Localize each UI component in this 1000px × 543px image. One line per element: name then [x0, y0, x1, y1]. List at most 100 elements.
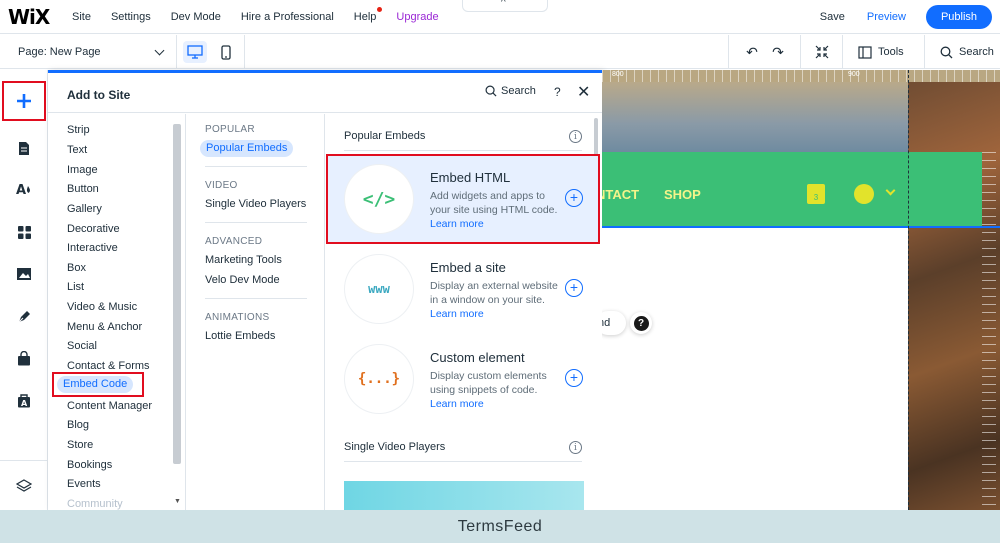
- layers-button[interactable]: [12, 474, 36, 498]
- editor-search-button[interactable]: Search: [940, 35, 994, 69]
- publish-button[interactable]: Publish: [926, 5, 992, 29]
- store-button[interactable]: [12, 346, 36, 370]
- blog-button[interactable]: [12, 304, 36, 328]
- category-blog[interactable]: Blog: [67, 419, 89, 431]
- category-gallery[interactable]: Gallery: [67, 203, 102, 215]
- category-decorative[interactable]: Decorative: [67, 223, 120, 235]
- add-plus-icon[interactable]: +: [565, 369, 583, 387]
- site-nav-shop[interactable]: SHOP: [664, 187, 701, 202]
- nav-site[interactable]: Site: [62, 11, 101, 23]
- category-strip[interactable]: Strip: [67, 124, 90, 136]
- divider: [244, 35, 245, 69]
- save-button[interactable]: Save: [820, 11, 845, 23]
- category-contact-forms[interactable]: Contact & Forms: [67, 360, 150, 372]
- category-box[interactable]: Box: [67, 262, 86, 274]
- category-scrollbar[interactable]: [173, 124, 181, 464]
- desktop-view-button[interactable]: [183, 41, 207, 63]
- category-bookings[interactable]: Bookings: [67, 459, 112, 471]
- layers-icon: [16, 478, 32, 492]
- add-elements-button[interactable]: [11, 85, 37, 117]
- custom-element-card[interactable]: {...} Custom element Display custom elem…: [326, 334, 600, 424]
- subcategory-lottie-embeds[interactable]: Lottie Embeds: [205, 330, 275, 342]
- subcategory-marketing-tools[interactable]: Marketing Tools: [205, 254, 282, 266]
- divider: [176, 35, 177, 69]
- card-title: Custom element: [430, 350, 525, 365]
- category-social[interactable]: Social: [67, 340, 97, 352]
- info-icon[interactable]: i: [569, 441, 582, 454]
- scroll-down-arrow-icon[interactable]: ▼: [174, 498, 181, 505]
- card-description-text: Display an external website in a window …: [430, 280, 558, 306]
- subcategory-popular-embeds[interactable]: Popular Embeds: [200, 140, 294, 157]
- help-icon[interactable]: ?: [554, 85, 561, 99]
- category-events[interactable]: Events: [67, 478, 101, 490]
- category-store[interactable]: Store: [67, 439, 93, 451]
- close-icon[interactable]: ✕: [577, 82, 590, 102]
- learn-more-link[interactable]: Learn more: [430, 398, 484, 410]
- page-selector-label: Page: New Page: [18, 46, 101, 58]
- category-menu-anchor[interactable]: Menu & Anchor: [67, 321, 142, 333]
- nav-settings[interactable]: Settings: [101, 11, 161, 23]
- card-description: Display custom elements using snippets o…: [430, 369, 558, 411]
- editor-subbar: Page: New Page ↶ ↷ Tools Search: [0, 35, 1000, 69]
- subcategory-single-video-players[interactable]: Single Video Players: [205, 198, 306, 210]
- canvas-help-button[interactable]: ?: [630, 312, 652, 334]
- tools-button[interactable]: Tools: [858, 35, 904, 69]
- collapse-topbar-tab[interactable]: ^: [462, 0, 548, 12]
- category-button[interactable]: Button: [67, 183, 99, 195]
- canvas-toolbar-pill[interactable]: nd: [602, 311, 626, 335]
- site-nav-contact[interactable]: NTACT: [602, 187, 639, 202]
- category-image[interactable]: Image: [67, 164, 98, 176]
- wix-logo[interactable]: WiX: [8, 5, 50, 29]
- info-icon[interactable]: i: [569, 130, 582, 143]
- section-boundary-line: [602, 226, 1000, 228]
- design-button[interactable]: A: [12, 176, 36, 200]
- editor-canvas[interactable]: 800 900 NTACT SHOP 3 nd ?: [602, 70, 1000, 510]
- right-ruler[interactable]: [982, 152, 996, 510]
- image-icon: [17, 268, 31, 280]
- panel-title: Add to Site: [67, 88, 131, 102]
- category-embed-code[interactable]: Embed Code: [57, 376, 134, 393]
- pen-icon: [18, 310, 30, 322]
- embed-site-card[interactable]: www Embed a site Display an external web…: [326, 244, 600, 334]
- top-ruler[interactable]: 800 900: [602, 70, 1000, 82]
- business-button[interactable]: A: [12, 388, 36, 412]
- pages-button[interactable]: [12, 136, 36, 160]
- category-video-music[interactable]: Video & Music: [67, 301, 137, 313]
- category-text[interactable]: Text: [67, 144, 87, 156]
- nav-hire-professional[interactable]: Hire a Professional: [231, 11, 344, 23]
- card-description-text: Display custom elements using snippets o…: [430, 370, 547, 396]
- briefcase-icon: A: [18, 393, 30, 408]
- cart-count: 3: [813, 193, 819, 202]
- nav-upgrade[interactable]: Upgrade: [386, 11, 448, 23]
- page-selector[interactable]: Page: New Page: [18, 35, 165, 69]
- braces-icon: {...}: [345, 345, 413, 413]
- category-content-manager[interactable]: Content Manager: [67, 400, 152, 412]
- subcategory-velo-dev-mode[interactable]: Velo Dev Mode: [205, 274, 280, 286]
- category-list[interactable]: List: [67, 281, 84, 293]
- top-nav: Site Settings Dev Mode Hire a Profession…: [62, 0, 449, 34]
- undo-icon[interactable]: ↶: [743, 43, 761, 61]
- ruler-mark-800: 800: [612, 71, 624, 78]
- user-avatar-icon[interactable]: [854, 184, 874, 204]
- cart-bag-icon[interactable]: 3: [807, 184, 825, 204]
- nav-help[interactable]: Help: [344, 7, 387, 23]
- ruler-mark-900: 900: [848, 71, 860, 78]
- video-player-thumbnail[interactable]: [344, 481, 584, 510]
- single-video-heading: Single Video Players: [344, 441, 446, 453]
- add-plus-icon[interactable]: +: [565, 279, 583, 297]
- zoom-out-icon[interactable]: [813, 43, 831, 61]
- panel-search-button[interactable]: Search: [485, 85, 536, 97]
- apps-button[interactable]: [12, 220, 36, 244]
- media-button[interactable]: [12, 262, 36, 286]
- notification-dot: [377, 7, 383, 12]
- category-interactive[interactable]: Interactive: [67, 242, 118, 254]
- divider: [205, 222, 307, 223]
- mobile-view-button[interactable]: [214, 41, 238, 63]
- nav-help-label: Help: [353, 11, 377, 23]
- redo-icon[interactable]: ↷: [769, 43, 787, 61]
- desktop-icon: [187, 45, 203, 59]
- nav-dev-mode[interactable]: Dev Mode: [161, 11, 231, 23]
- category-community[interactable]: Community: [67, 498, 123, 510]
- learn-more-link[interactable]: Learn more: [430, 308, 484, 320]
- preview-button[interactable]: Preview: [867, 11, 906, 23]
